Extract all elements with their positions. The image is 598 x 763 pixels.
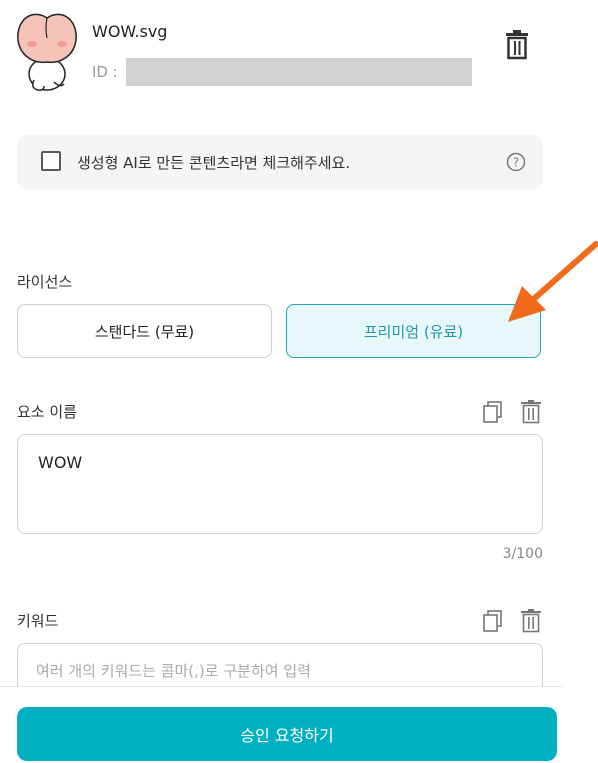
keywords-label: 키워드 <box>17 612 59 630</box>
copy-icon[interactable] <box>482 400 504 424</box>
keywords-delete-icon[interactable] <box>520 609 542 633</box>
submit-approval-button[interactable]: 승인 요청하기 <box>17 707 557 761</box>
help-icon[interactable]: ? <box>506 152 526 172</box>
license-label: 라이선스 <box>17 273 73 291</box>
keywords-copy-icon[interactable] <box>482 609 504 633</box>
ai-content-check-panel: 생성형 AI로 만든 콘텐츠라면 체크해주세요. ? <box>17 135 543 189</box>
file-id-row: ID : <box>92 58 472 86</box>
annotation-arrow <box>500 238 598 328</box>
svg-text:?: ? <box>513 156 519 170</box>
file-id-label: ID : <box>92 63 118 81</box>
delete-icon[interactable] <box>520 400 542 424</box>
element-name-counter: 3/100 <box>502 546 543 562</box>
element-name-label: 요소 이름 <box>17 403 77 421</box>
ai-content-label: 생성형 AI로 만든 콘텐츠라면 체크해주세요. <box>77 154 351 172</box>
ai-content-checkbox[interactable] <box>41 151 61 171</box>
element-name-textarea[interactable]: WOW <box>17 434 543 534</box>
license-standard-button[interactable]: 스탠다드 (무료) <box>17 304 272 358</box>
delete-file-icon[interactable] <box>504 30 530 60</box>
file-thumbnail <box>14 6 80 92</box>
file-id-redacted <box>125 58 472 86</box>
file-name: WOW.svg <box>92 22 168 41</box>
